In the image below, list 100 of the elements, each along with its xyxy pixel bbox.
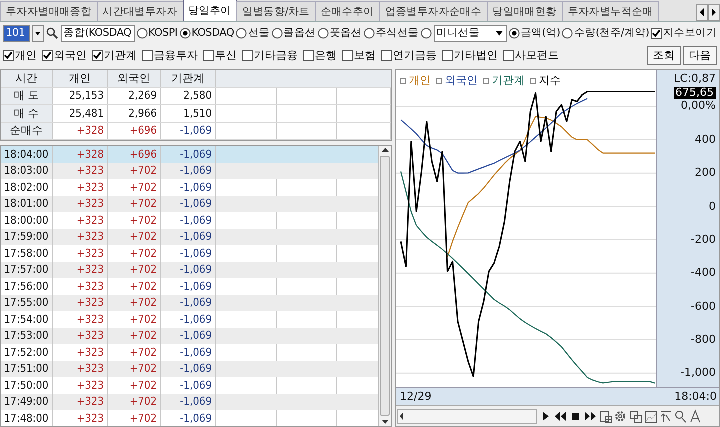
tab[interactable]: 투자자별매매종합 xyxy=(0,1,98,21)
row-header: 매 수 xyxy=(1,105,53,122)
radio-label: 풋옵션 xyxy=(330,26,362,40)
table-cell: +702 xyxy=(108,228,161,245)
tab[interactable]: 당일추이 xyxy=(182,0,238,21)
tab[interactable]: 당일매매현황 xyxy=(486,1,563,21)
checkbox[interactable] xyxy=(342,50,353,60)
radio-label: 수량(천주/계약) xyxy=(574,26,650,40)
legend-label: 기관계 xyxy=(492,73,525,88)
scroll-left-icon[interactable] xyxy=(696,4,708,21)
table-cell: +323 xyxy=(53,162,108,179)
date-label: 12/29 xyxy=(399,390,433,404)
tab[interactable]: 순매수추이 xyxy=(314,1,380,21)
grid-window-icon[interactable] xyxy=(599,408,612,424)
scroll-up-icon[interactable] xyxy=(380,146,390,154)
table-cell: +702 xyxy=(108,196,161,212)
checkbox-label: 기관계 xyxy=(104,48,137,62)
product-dropdown[interactable]: 미니선물 xyxy=(434,24,507,42)
table-cell: -1,069 xyxy=(161,294,216,311)
market-name-field: 종합(KOSDAQ xyxy=(60,24,135,42)
change-label: 0,00% xyxy=(681,100,716,112)
lc-label: LC:0,87 xyxy=(674,73,716,85)
checkbox-label: 개인 xyxy=(15,48,37,62)
checkbox[interactable] xyxy=(42,50,53,60)
radio-button[interactable] xyxy=(364,28,375,38)
radio-button[interactable] xyxy=(180,28,191,38)
table-cell: +702 xyxy=(108,262,161,278)
table-row[interactable]: 17:57:00 +323 +702 -1,069 xyxy=(1,262,378,278)
table-row[interactable]: 18:04:00 +328 +696 -1,069 xyxy=(1,146,378,162)
radio-label: KOSPI xyxy=(148,27,178,39)
checkbox[interactable] xyxy=(142,50,153,60)
table-cell: +702 xyxy=(108,294,161,311)
tab[interactable]: 투자자별누적순매 xyxy=(562,1,660,21)
axis-tick: -200 xyxy=(691,234,716,246)
tab[interactable]: 업종별투자자순매수 xyxy=(379,1,488,21)
table-row[interactable]: 18:01:00 +323 +702 -1,069 xyxy=(1,196,378,212)
checkbox[interactable] xyxy=(3,50,14,60)
checkbox[interactable] xyxy=(203,50,214,60)
radio-button[interactable] xyxy=(562,28,574,38)
zoom-icon[interactable] xyxy=(674,408,687,424)
tab[interactable]: 일별동향/차트 xyxy=(236,1,316,21)
table-cell: -1,069 xyxy=(161,410,216,426)
column-header: 기관계 xyxy=(161,70,216,86)
scroll-left-icon[interactable] xyxy=(398,412,406,421)
time-label: 18:04:0 xyxy=(674,390,718,404)
radio-label: 콜옵션 xyxy=(284,26,316,40)
column-header: 외국인 xyxy=(108,70,161,86)
table-cell: 17:59:00 xyxy=(1,228,53,245)
code-field[interactable]: 101 xyxy=(3,24,30,42)
action-button[interactable]: 다음 xyxy=(683,46,717,64)
font-icon[interactable] xyxy=(689,408,702,424)
table-row[interactable]: 17:51:00 +323 +702 -1,069 xyxy=(1,360,378,377)
table-cell: +702 xyxy=(108,410,161,426)
table-cell: -1,069 xyxy=(161,196,216,212)
axis-tick: -400 xyxy=(691,267,716,280)
scroll-down-icon[interactable] xyxy=(380,418,390,426)
windows-icon[interactable] xyxy=(629,408,642,424)
checkbox[interactable] xyxy=(442,50,453,60)
table-cell: +702 xyxy=(108,394,161,410)
table-cell: -1,069 xyxy=(161,228,216,245)
scroll-right-icon[interactable] xyxy=(708,4,720,21)
cursor-icon[interactable] xyxy=(659,408,672,424)
scrollbar[interactable] xyxy=(397,408,537,424)
legend-marker xyxy=(530,78,536,84)
table-cell: 25,153 xyxy=(53,88,108,104)
axis-tick: -600 xyxy=(691,300,716,313)
radio-button[interactable] xyxy=(420,28,432,38)
table-row[interactable]: 17:59:00 +323 +702 -1,069 xyxy=(1,228,378,245)
checkbox[interactable] xyxy=(503,50,514,60)
table-row[interactable]: 18:03:00 +323 +702 -1,069 xyxy=(1,162,378,179)
checkbox[interactable] xyxy=(303,50,314,60)
checkbox-label: 금융투자 xyxy=(154,48,198,62)
checkbox[interactable] xyxy=(242,50,253,60)
checkbox[interactable] xyxy=(381,50,392,60)
scrollbar[interactable] xyxy=(378,146,391,426)
radio-button[interactable] xyxy=(236,28,248,38)
trend-icon[interactable] xyxy=(644,408,657,424)
checkbox[interactable] xyxy=(651,28,662,38)
table-cell: -1,069 xyxy=(161,162,216,179)
table-cell: -1,069 xyxy=(161,262,216,278)
gear-icon[interactable] xyxy=(614,408,627,424)
table-row[interactable]: 17:53:00 +323 +702 -1,069 xyxy=(1,328,378,344)
scrollbar-thumb[interactable] xyxy=(380,156,390,416)
checkbox[interactable] xyxy=(92,50,103,60)
tab[interactable]: 시간대별투자자 xyxy=(96,1,184,21)
table-cell: 18:03:00 xyxy=(1,162,53,179)
checkbox-label: 기타금융 xyxy=(254,48,298,62)
radio-button[interactable] xyxy=(272,28,283,38)
table-row[interactable]: 17:48:00 +323 +702 -1,069 xyxy=(1,410,378,426)
search-icon[interactable] xyxy=(46,26,59,40)
radio-button[interactable] xyxy=(318,28,329,38)
table-cell: +323 xyxy=(53,328,108,344)
table-cell: +323 xyxy=(53,394,108,410)
current-price-label: 675,65 xyxy=(674,87,716,99)
action-button[interactable]: 조회 xyxy=(647,46,681,64)
radio-button[interactable] xyxy=(508,28,520,38)
table-row[interactable]: 17:55:00 +323 +702 -1,069 xyxy=(1,294,378,311)
table-row[interactable]: 17:49:00 +323 +702 -1,069 xyxy=(1,394,378,410)
radio-button[interactable] xyxy=(136,28,148,38)
legend-label: 지수 xyxy=(539,73,561,88)
